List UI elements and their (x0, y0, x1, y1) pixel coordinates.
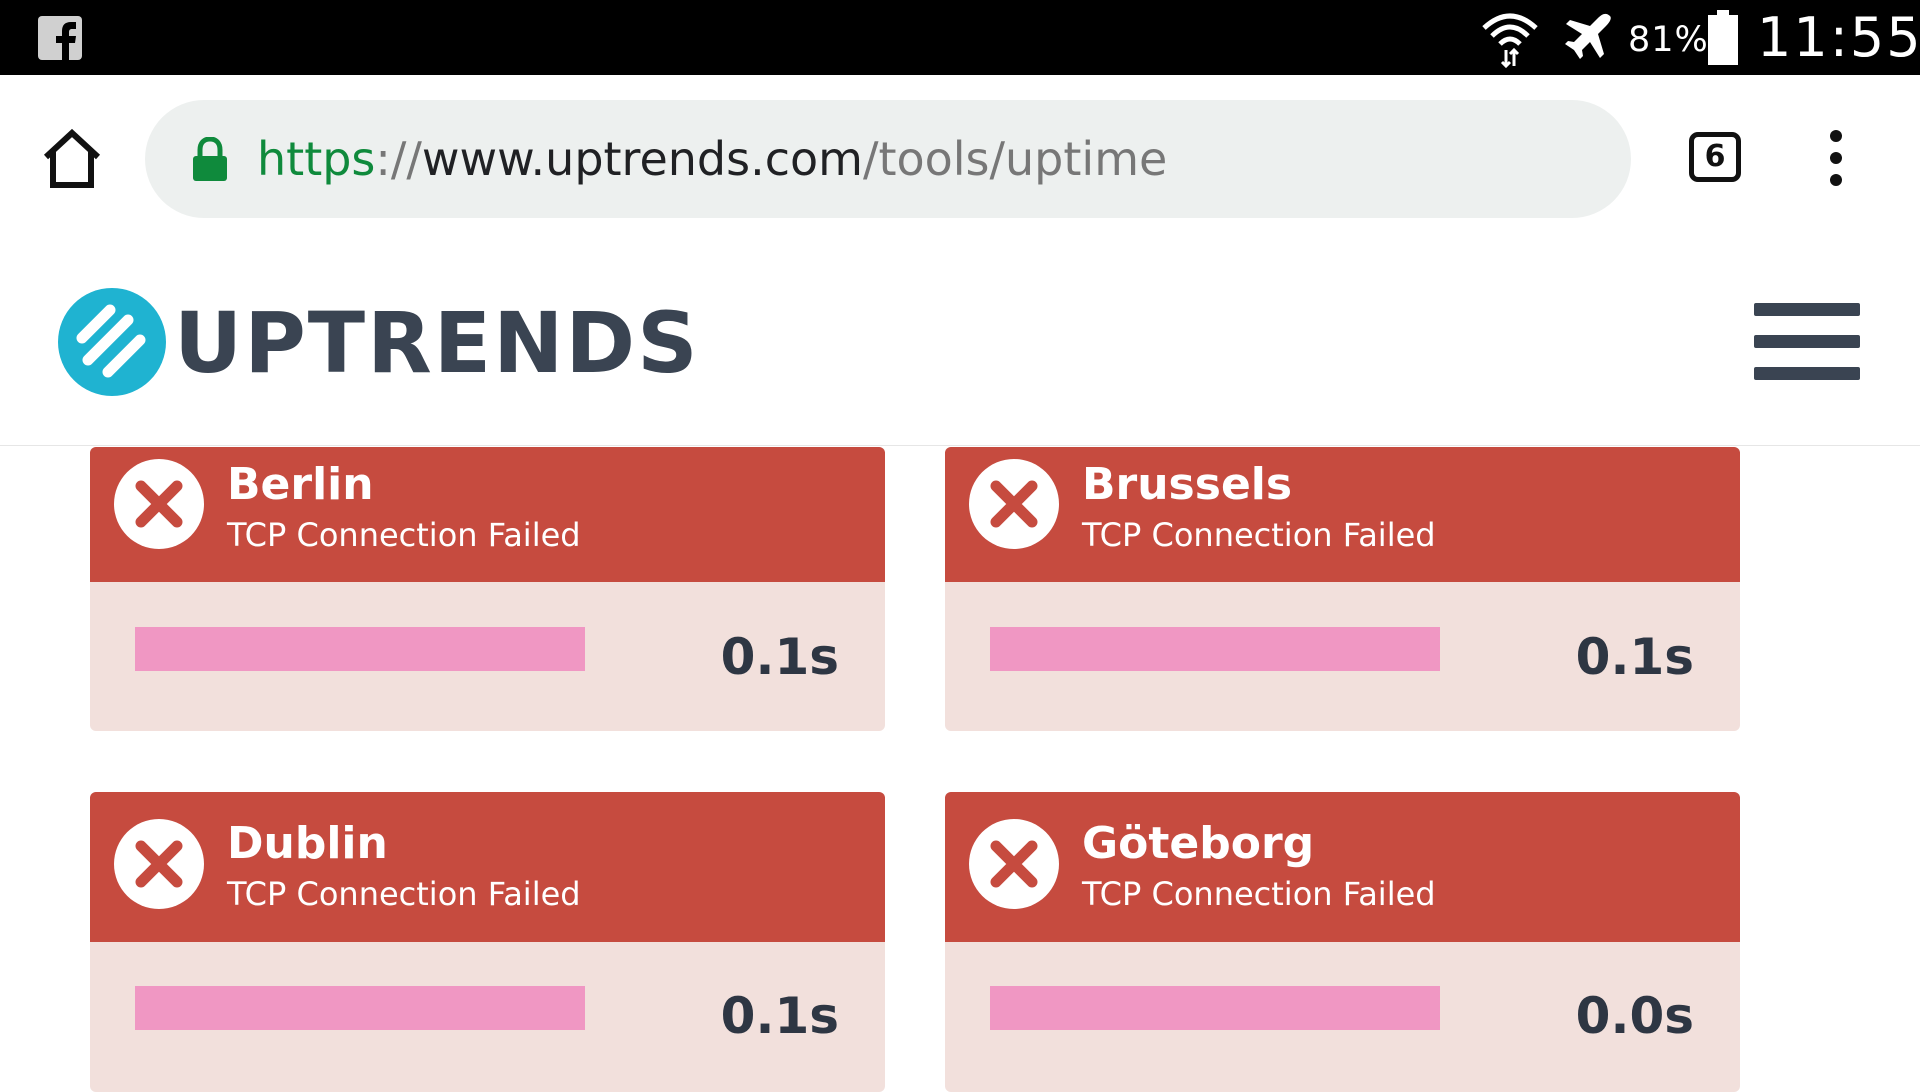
error-x-icon (969, 819, 1059, 909)
response-time: 0.0s (1575, 987, 1694, 1045)
home-icon[interactable] (40, 127, 104, 191)
response-time-bar (990, 986, 1440, 1030)
checkpoint-city: Brussels (1082, 459, 1293, 510)
battery-icon (1708, 10, 1738, 65)
hamburger-line (1754, 335, 1860, 348)
address-bar[interactable]: https://www.uptrends.com/tools/uptime (145, 100, 1631, 218)
clock: 11:55 (1757, 6, 1920, 69)
error-x-icon (969, 459, 1059, 549)
checkpoint-card-goteborg: Göteborg TCP Connection Failed 0.0s (945, 792, 1740, 1092)
hamburger-line (1754, 367, 1860, 380)
card-header: Brussels TCP Connection Failed (945, 447, 1740, 582)
card-header: Berlin TCP Connection Failed (90, 447, 885, 582)
tab-switcher-button[interactable]: 6 (1689, 132, 1741, 182)
checkpoint-city: Berlin (227, 459, 374, 510)
checkpoint-status: TCP Connection Failed (1082, 516, 1436, 554)
url-host: www.uptrends.com (421, 132, 863, 186)
checkpoint-card-dublin: Dublin TCP Connection Failed 0.1s (90, 792, 885, 1092)
checkpoint-card-berlin: Berlin TCP Connection Failed 0.1s (90, 447, 885, 731)
checkpoint-city: Göteborg (1082, 818, 1315, 869)
checkpoint-status: TCP Connection Failed (227, 516, 581, 554)
url-path: /tools/uptime (862, 132, 1168, 186)
checkpoint-status: TCP Connection Failed (1082, 875, 1436, 913)
airplane-mode-icon (1565, 13, 1611, 59)
error-x-icon (114, 459, 204, 549)
card-header: Göteborg TCP Connection Failed (945, 792, 1740, 942)
url-scheme: https (257, 132, 376, 186)
card-header: Dublin TCP Connection Failed (90, 792, 885, 942)
checkpoint-card-brussels: Brussels TCP Connection Failed 0.1s (945, 447, 1740, 731)
hamburger-line (1754, 303, 1860, 316)
more-options-icon[interactable] (1820, 128, 1852, 188)
checkpoint-status: TCP Connection Failed (227, 875, 581, 913)
wifi-icon (1482, 13, 1538, 68)
battery-percent: 81% (1628, 20, 1709, 60)
error-x-icon (114, 819, 204, 909)
url-text[interactable]: https://www.uptrends.com/tools/uptime (257, 127, 1167, 191)
response-time: 0.1s (720, 987, 839, 1045)
checkpoint-city: Dublin (227, 818, 388, 869)
hamburger-menu-icon[interactable] (1754, 303, 1860, 383)
uptrends-logo-text[interactable]: UPTRENDS (174, 293, 700, 393)
response-time-bar (135, 627, 585, 671)
response-time: 0.1s (720, 628, 839, 686)
status-bar: 81% 11:55 (0, 0, 1920, 75)
response-time-bar (135, 986, 585, 1030)
url-separator: :// (375, 132, 422, 186)
response-time: 0.1s (1575, 628, 1694, 686)
browser-toolbar: https://www.uptrends.com/tools/uptime 6 (0, 75, 1920, 243)
uptrends-logo-icon[interactable] (58, 288, 166, 396)
response-time-bar (990, 627, 1440, 671)
lock-icon (193, 137, 227, 181)
facebook-icon (38, 16, 82, 60)
site-header: UPTRENDS (0, 243, 1920, 446)
